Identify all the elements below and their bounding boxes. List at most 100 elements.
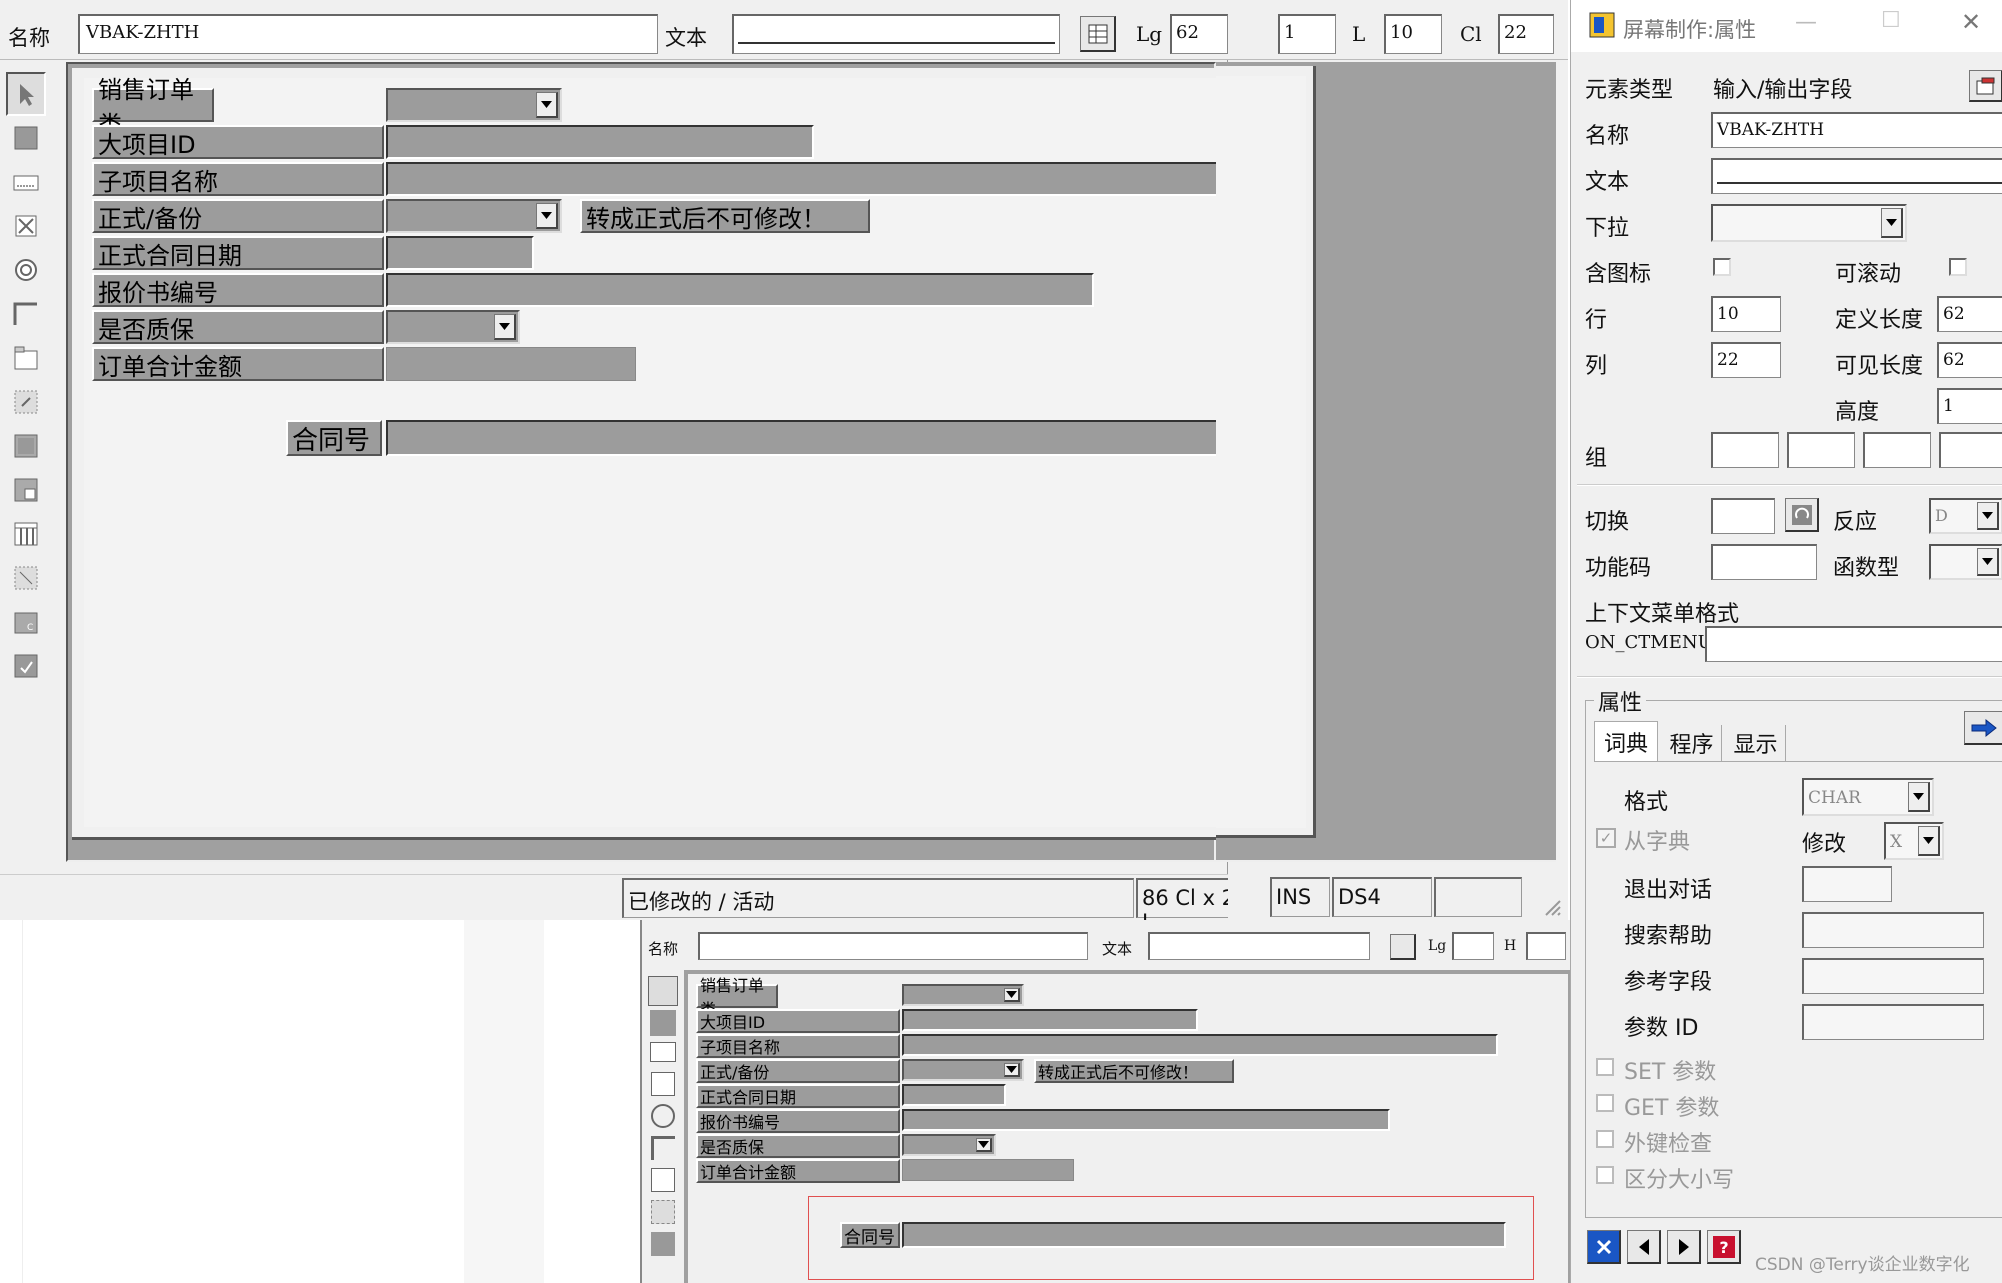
l-field[interactable]: 10 (1384, 14, 1442, 54)
note-text[interactable]: 转成正式后不可修改！ (580, 199, 870, 233)
navigate-button[interactable] (1964, 711, 2002, 745)
label-warranty[interactable]: 是否质保 (92, 310, 384, 344)
foreign-key-checkbox[interactable] (1596, 1130, 1614, 1148)
param-id-field[interactable] (1802, 1004, 1984, 1040)
toggle-field[interactable] (1711, 498, 1775, 534)
tab-dictionary[interactable]: 词典 (1594, 721, 1658, 761)
contract-number-field[interactable] (386, 420, 1264, 456)
h-field[interactable]: 1 (1278, 14, 1336, 54)
secondary-dictionary-button[interactable] (1390, 934, 1416, 960)
custom-control-tool[interactable]: C (6, 600, 46, 644)
chevron-down-icon[interactable] (1977, 548, 1999, 576)
sec-subproject-name-field[interactable] (902, 1034, 1498, 1056)
checkbox-tool[interactable] (6, 204, 46, 248)
defined-length-field[interactable]: 62 (1937, 296, 2002, 332)
text-field[interactable] (732, 14, 1060, 54)
format-select[interactable]: CHAR (1802, 778, 1934, 816)
modify-select[interactable]: X (1884, 822, 1944, 860)
warranty-dropdown[interactable] (386, 310, 520, 344)
secondary-lg-field[interactable] (1452, 932, 1494, 960)
dictionary-button[interactable] (1080, 16, 1116, 52)
col-field[interactable]: 22 (1711, 342, 1781, 378)
visible-length-field[interactable]: 62 (1937, 342, 2002, 378)
sec-contract-date-field[interactable] (902, 1084, 1006, 1106)
group-field-4[interactable] (1939, 432, 2002, 468)
minimize-icon[interactable]: — (1795, 10, 1817, 35)
sec-contract-number-field[interactable] (902, 1222, 1506, 1248)
chevron-down-icon[interactable] (1977, 502, 1999, 530)
table-wizard-tool[interactable] (6, 556, 46, 600)
sec-label-warranty[interactable]: 是否质保 (696, 1134, 900, 1158)
group-field-3[interactable] (1863, 432, 1931, 468)
next-button[interactable] (1667, 1230, 1701, 1264)
chevron-down-icon[interactable] (1004, 988, 1020, 1002)
status-icon-tool[interactable] (6, 644, 46, 688)
cancel-button[interactable] (1587, 1230, 1621, 1264)
previous-button[interactable] (1627, 1230, 1661, 1264)
sec-label-project-id[interactable]: 大项目ID (696, 1009, 900, 1033)
sec-formal-backup-dropdown[interactable] (902, 1059, 1024, 1081)
screen-canvas[interactable]: 销售订单类 大项目ID 子项目名称 正式/备份 正式合同日期 报价书编号 是否质… (72, 68, 1318, 840)
tab-display[interactable]: 显示 (1726, 725, 1786, 761)
chevron-down-icon[interactable] (1918, 826, 1940, 856)
toggle-refresh-button[interactable] (1785, 498, 1819, 532)
sec-label-contract-date[interactable]: 正式合同日期 (696, 1084, 900, 1108)
chevron-down-icon[interactable] (536, 92, 558, 118)
label-subproject-name[interactable]: 子项目名称 (92, 162, 384, 196)
ref-field-field[interactable] (1802, 958, 1984, 994)
contract-date-field[interactable] (386, 236, 534, 270)
label-order-total[interactable]: 订单合计金额 (92, 347, 384, 381)
subscreen-tool[interactable] (6, 468, 46, 512)
text-field-tool[interactable] (6, 116, 46, 160)
function-type-select[interactable] (1929, 544, 2002, 580)
box-tool[interactable] (6, 424, 46, 468)
sec-project-id-field[interactable] (902, 1009, 1198, 1031)
pointer-tool[interactable] (6, 72, 46, 116)
formal-backup-dropdown[interactable] (386, 199, 562, 233)
element-type-button[interactable] (1969, 70, 2002, 102)
group-field-1[interactable] (1711, 432, 1779, 468)
order-total-field[interactable] (386, 347, 636, 381)
subproject-name-field[interactable]: ⟩ (386, 162, 1250, 196)
sec-label-subproject-name[interactable]: 子项目名称 (696, 1034, 900, 1058)
chevron-down-icon[interactable] (1881, 208, 1903, 238)
scrollable-checkbox[interactable] (1949, 258, 1967, 276)
label-contract-date[interactable]: 正式合同日期 (92, 236, 384, 270)
exit-dialog-field[interactable] (1802, 866, 1892, 902)
sec-label-sales-order-type[interactable]: 销售订单类 (696, 976, 778, 1019)
wizard-tool[interactable] (6, 380, 46, 424)
sec-warranty-dropdown[interactable] (902, 1134, 996, 1156)
sec-label-formal-backup[interactable]: 正式/备份 (696, 1059, 900, 1083)
label-contract-number[interactable]: 合同号 (286, 420, 382, 456)
label-sales-order-type[interactable]: 销售订单类 (92, 76, 214, 139)
radio-tool[interactable] (6, 248, 46, 292)
row-field[interactable]: 10 (1711, 296, 1781, 332)
get-param-checkbox[interactable] (1596, 1094, 1614, 1112)
lg-field[interactable]: 62 (1170, 14, 1228, 54)
case-sensitive-checkbox[interactable] (1596, 1166, 1614, 1184)
resize-grip-icon[interactable] (1540, 895, 1562, 917)
name-prop-field[interactable]: VBAK-ZHTH (1711, 112, 2002, 148)
maximize-icon[interactable]: ☐ (1881, 8, 1901, 33)
io-field-tool[interactable] (6, 160, 46, 204)
chevron-down-icon[interactable] (1908, 782, 1930, 812)
reaction-select[interactable]: D (1929, 498, 2002, 534)
table-control-tool[interactable] (6, 512, 46, 556)
sec-note-text[interactable]: 转成正式后不可修改！ (1034, 1059, 1234, 1083)
tabstrip-tool[interactable] (6, 336, 46, 380)
sec-sales-order-dropdown[interactable] (902, 984, 1024, 1006)
sec-label-contract-number[interactable]: 合同号 (840, 1222, 900, 1248)
chevron-down-icon[interactable] (976, 1138, 992, 1152)
tab-program[interactable]: 程序 (1662, 725, 1722, 761)
search-help-field[interactable] (1802, 912, 1984, 948)
dropdown-prop-select[interactable] (1711, 204, 1907, 242)
cl-field[interactable]: 22 (1498, 14, 1554, 54)
quote-number-field[interactable] (386, 273, 1094, 307)
secondary-canvas[interactable]: 销售订单类 大项目ID 子项目名称 正式/备份 正式合同日期 报价书编号 是否质… (688, 974, 1568, 1283)
close-icon[interactable]: ✕ (1961, 8, 1981, 36)
label-formal-backup[interactable]: 正式/备份 (92, 199, 384, 233)
context-menu-field[interactable] (1705, 626, 2002, 662)
chevron-down-icon[interactable] (494, 314, 516, 340)
secondary-name-field[interactable] (698, 932, 1088, 960)
from-dictionary-checkbox[interactable]: ✓ (1596, 828, 1616, 848)
